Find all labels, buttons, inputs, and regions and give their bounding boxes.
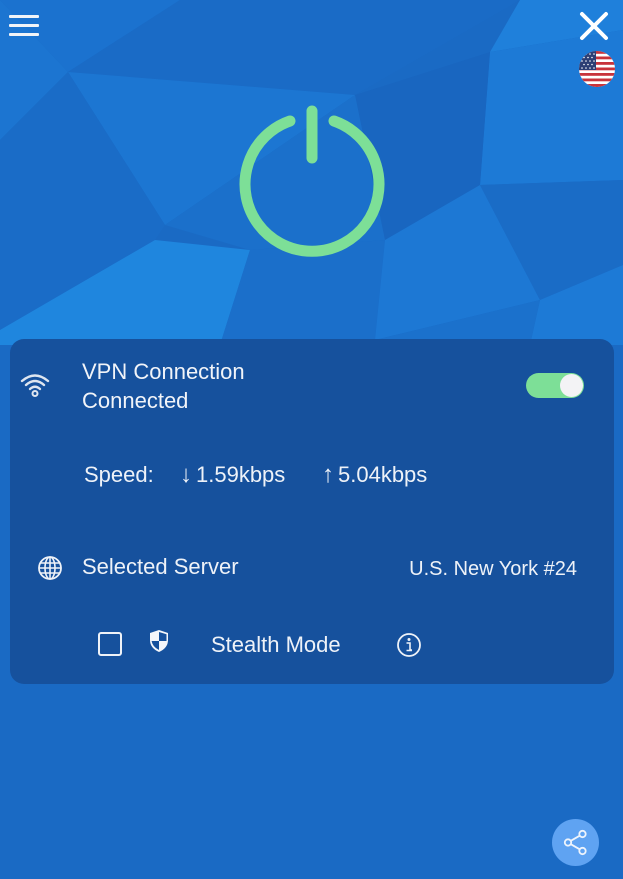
power-icon	[239, 105, 385, 257]
vpn-connection-status: Connected	[82, 388, 189, 413]
upload-speed-value: 5.04kbps	[338, 462, 428, 487]
selected-server-label: Selected Server	[82, 554, 239, 579]
download-speed-value: 1.59kbps	[196, 462, 286, 487]
selected-server-value[interactable]: U.S. New York #24	[409, 556, 577, 582]
vpn-toggle-switch[interactable]	[526, 373, 584, 398]
info-icon[interactable]	[396, 632, 422, 658]
wifi-icon	[20, 374, 50, 397]
speed-label: Speed:	[84, 462, 154, 487]
stealth-mode-checkbox[interactable]	[98, 632, 122, 656]
close-button[interactable]	[578, 10, 610, 42]
share-button[interactable]	[552, 819, 599, 866]
country-flag-button[interactable]	[579, 51, 615, 87]
download-arrow-icon: ↓	[180, 461, 192, 488]
hamburger-line	[9, 33, 39, 36]
power-button[interactable]	[236, 104, 388, 262]
hamburger-menu-icon	[9, 15, 39, 18]
stealth-mode-label: Stealth Mode	[211, 632, 341, 657]
us-flag-icon	[579, 51, 615, 87]
globe-icon	[38, 556, 62, 580]
share-icon	[563, 829, 587, 856]
toggle-knob	[560, 374, 583, 397]
vpn-connection-title: VPN Connection	[82, 359, 245, 384]
menu-button[interactable]	[9, 15, 39, 37]
upload-speed: ↑ 5.04kbps	[322, 461, 427, 489]
close-x-icon	[580, 12, 608, 40]
shield-icon	[150, 630, 168, 652]
upload-arrow-icon: ↑	[322, 461, 334, 488]
download-speed: ↓ 1.59kbps	[180, 461, 285, 489]
hamburger-line	[9, 24, 39, 27]
